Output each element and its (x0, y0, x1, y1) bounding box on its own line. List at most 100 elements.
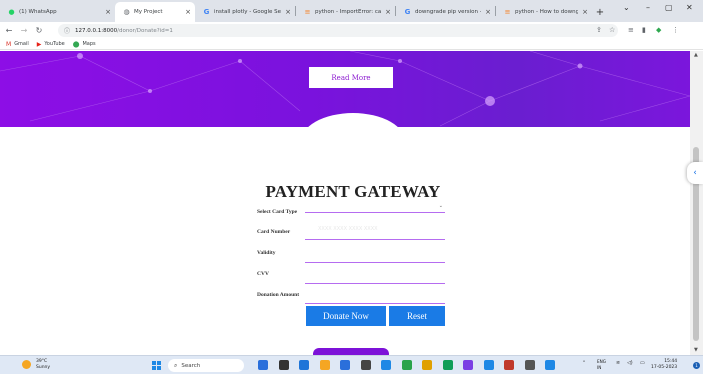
minimize-button[interactable]: – (646, 3, 650, 12)
scroll-down-arrow-icon[interactable]: ▼ (694, 347, 698, 353)
tab-whatsapp[interactable]: ● (1) WhatsApp × (0, 2, 115, 22)
card-number-input[interactable]: XXXX XXXX XXXX XXXX (318, 226, 378, 232)
validity-input[interactable] (305, 262, 445, 263)
reset-button[interactable]: Reset (389, 306, 445, 326)
taskbar-app-icon[interactable] (504, 360, 514, 370)
tray-chevron-up-icon[interactable]: ⌃ (582, 361, 586, 366)
weather-widget[interactable]: 39°C Sunny (22, 359, 50, 370)
bookmark-star-icon[interactable]: ☆ (609, 26, 615, 34)
browser-toolbar: ← → ↻ ⓘ 127.0.0.1:8000 /donor/Donate?id=… (0, 22, 703, 39)
language-indicator[interactable]: ENG IN (597, 359, 606, 370)
cvv-input[interactable] (305, 283, 445, 284)
bookmark-gmail[interactable]: M Gmail (6, 41, 29, 48)
page-viewport: Read More PAYMENT GATEWAY Select Card Ty… (0, 51, 690, 355)
forward-arrow-icon[interactable]: → (18, 26, 30, 35)
chevron-down-icon: ⌄ (438, 203, 443, 209)
taskbar-app-icon[interactable] (483, 360, 494, 370)
windows-taskbar: 39°C Sunny ⌕ Search ⌃ ENG IN ≋ ◁) ▭ 15:4… (0, 355, 703, 374)
whatsapp-icon: ● (8, 7, 15, 16)
back-arrow-icon[interactable]: ← (3, 26, 15, 35)
taskbar-app-icon[interactable] (360, 360, 371, 370)
tab-label: My Project (134, 9, 163, 15)
close-icon[interactable]: × (385, 8, 391, 16)
card-type-select[interactable]: ⌄ (305, 203, 445, 211)
search-label: Search (181, 362, 201, 369)
tab-label: install plotly - Google Sear (214, 9, 282, 15)
google-icon: G (203, 7, 210, 16)
bookmark-label: YouTube (44, 41, 65, 47)
hero-banner: Read More (0, 51, 690, 143)
side-panel-icon[interactable]: ▮ (642, 26, 646, 34)
tab-search-chevron-icon[interactable]: ⌄ (623, 3, 630, 12)
scroll-up-arrow-icon[interactable]: ▲ (694, 52, 698, 58)
taskbar-app-icon[interactable] (442, 360, 453, 370)
clock[interactable]: 15:44 17-05-2023 (651, 359, 677, 371)
tab-my-project[interactable]: ◍ My Project × (115, 2, 195, 22)
taskbar-app-icon[interactable] (258, 360, 268, 370)
bookmark-maps[interactable]: ⬤ Maps (73, 41, 96, 48)
taskbar-app-icon[interactable] (401, 360, 412, 370)
close-window-button[interactable]: ✕ (686, 3, 693, 12)
reading-list-icon[interactable]: ≡ (628, 26, 634, 34)
bookmark-youtube[interactable]: ▶ YouTube (37, 41, 65, 48)
card-number-underline (305, 239, 445, 240)
tab-strip: ● (1) WhatsApp × ◍ My Project × G instal… (0, 0, 703, 22)
gmail-icon: M (6, 40, 12, 48)
stackoverflow-icon: ≡ (304, 7, 311, 16)
taskbar-app-icon[interactable] (524, 360, 535, 370)
close-icon[interactable]: × (582, 8, 588, 16)
tab-label: python - How to downgrade (515, 9, 579, 15)
tab-stackoverflow-downgrade[interactable]: ≡ python - How to downgrade × (496, 2, 592, 22)
purple-banner-strip (313, 348, 389, 355)
google-icon: G (404, 7, 411, 16)
close-icon[interactable]: × (485, 8, 491, 16)
tab-stackoverflow-importerror[interactable]: ≡ python - ImportError: canno × (296, 2, 395, 22)
tab-google-plotly[interactable]: G install plotly - Google Sear × (195, 2, 295, 22)
url-host: 127.0.0.1:8000 (75, 27, 118, 34)
share-icon[interactable]: ⇪ (596, 26, 602, 34)
wifi-icon[interactable]: ≋ (616, 361, 620, 366)
menu-icon[interactable]: ⋮ (672, 26, 679, 34)
chevron-left-icon: ‹ (693, 168, 697, 178)
taskbar-apps (258, 360, 566, 370)
extension-icon[interactable]: ◆ (656, 26, 661, 34)
reload-icon[interactable]: ↻ (33, 26, 45, 35)
site-info-icon[interactable]: ⓘ (64, 26, 70, 35)
restore-button[interactable]: ▢ (665, 3, 673, 12)
donation-amount-label: Donation Amount (257, 292, 300, 298)
taskbar-app-icon[interactable] (545, 360, 555, 370)
new-tab-button[interactable]: + (592, 2, 608, 22)
donation-amount-input[interactable] (305, 303, 445, 304)
bookmark-label: Gmail (14, 41, 29, 47)
side-panel-toggle[interactable]: ‹ (687, 162, 703, 184)
bookmarks-bar: M Gmail ▶ YouTube ⬤ Maps (0, 39, 703, 50)
read-more-button[interactable]: Read More (309, 67, 393, 88)
tab-google-downgrade[interactable]: G downgrade pip version - G × (396, 2, 495, 22)
page-title: PAYMENT GATEWAY (265, 182, 441, 201)
taskbar-app-icon[interactable] (319, 360, 330, 370)
select-card-type-label: Select Card Type (257, 209, 298, 215)
bookmark-label: Maps (82, 41, 96, 47)
taskbar-search[interactable]: ⌕ Search (168, 359, 244, 372)
globe-icon: ◍ (123, 7, 130, 16)
taskbar-app-icon[interactable] (381, 360, 391, 370)
taskbar-app-icon[interactable] (463, 360, 473, 370)
notification-badge[interactable]: 1 (693, 362, 700, 369)
battery-icon[interactable]: ▭ (640, 361, 645, 366)
close-icon[interactable]: × (105, 8, 111, 16)
card-type-underline (305, 212, 445, 213)
close-icon[interactable]: × (285, 8, 291, 16)
windows-start-icon[interactable] (152, 361, 161, 370)
taskbar-app-icon[interactable] (340, 360, 350, 370)
volume-icon[interactable]: ◁) (627, 361, 633, 366)
taskbar-app-icon[interactable] (422, 360, 432, 370)
vertical-scrollbar[interactable]: ▲ ▼ (690, 51, 703, 355)
close-icon[interactable]: × (185, 8, 191, 16)
maps-icon: ⬤ (72, 40, 80, 48)
search-icon: ⌕ (174, 361, 178, 369)
donate-now-button[interactable]: Donate Now (306, 306, 386, 326)
taskbar-app-icon[interactable] (299, 360, 309, 370)
address-bar[interactable]: ⓘ 127.0.0.1:8000 /donor/Donate?id=1 (58, 24, 618, 37)
lang-top: ENG (597, 359, 607, 364)
taskbar-app-icon[interactable] (278, 360, 289, 370)
